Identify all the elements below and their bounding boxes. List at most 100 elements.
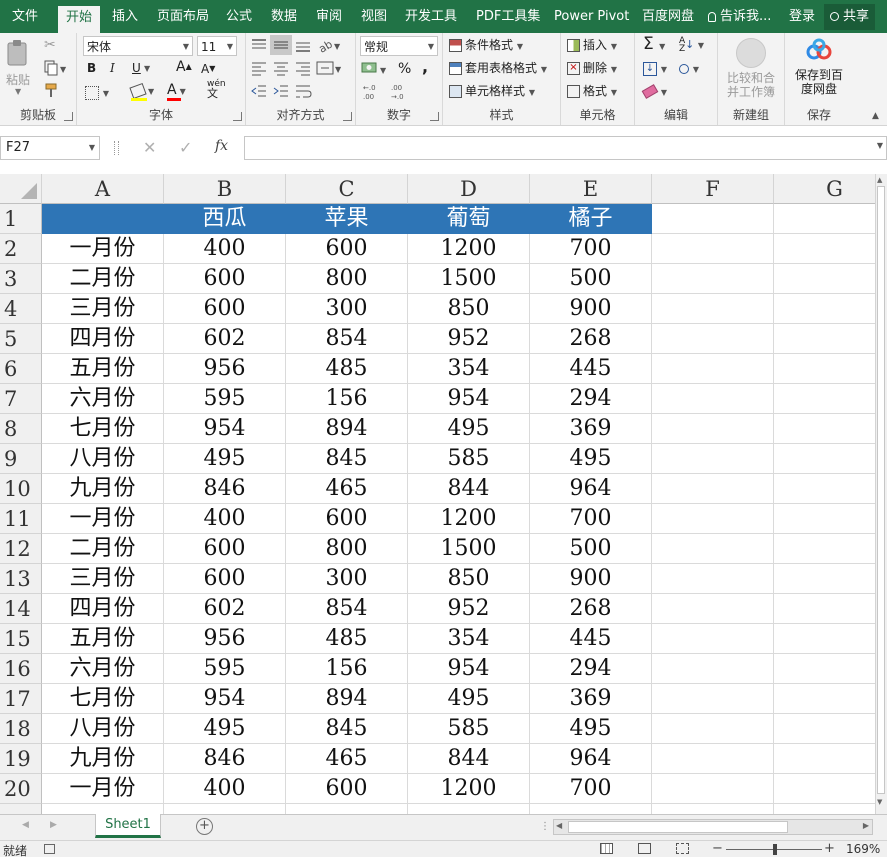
table-cell[interactable] bbox=[652, 744, 774, 774]
row-header[interactable]: 8 bbox=[0, 414, 42, 444]
tab-file[interactable]: 文件 bbox=[4, 0, 46, 33]
table-cell[interactable] bbox=[408, 804, 530, 814]
table-cell[interactable] bbox=[774, 504, 875, 534]
formula-bar-grip[interactable] bbox=[114, 141, 119, 155]
table-cell[interactable] bbox=[652, 684, 774, 714]
row-header[interactable]: 15 bbox=[0, 624, 42, 654]
vertical-scrollbar[interactable]: ▲ ▼ bbox=[875, 174, 887, 814]
add-sheet-button[interactable]: + bbox=[196, 818, 213, 835]
table-cell[interactable]: 894 bbox=[286, 684, 408, 714]
tab-view[interactable]: 视图 bbox=[353, 0, 395, 33]
table-cell[interactable]: 495 bbox=[164, 714, 286, 744]
row-header[interactable]: 10 bbox=[0, 474, 42, 504]
table-cell[interactable]: 900 bbox=[530, 564, 652, 594]
table-cell[interactable]: 二月份 bbox=[42, 264, 164, 294]
collapse-ribbon-icon[interactable]: ▲ bbox=[872, 111, 879, 121]
next-sheet-icon[interactable]: ▶ bbox=[50, 820, 57, 830]
tab-developer[interactable]: 开发工具 bbox=[397, 0, 465, 33]
table-cell[interactable]: 465 bbox=[286, 474, 408, 504]
table-cell[interactable]: 850 bbox=[408, 564, 530, 594]
zoom-slider-thumb[interactable] bbox=[773, 844, 777, 855]
table-cell[interactable]: 400 bbox=[164, 504, 286, 534]
increase-indent-icon[interactable] bbox=[272, 83, 290, 99]
login-link[interactable]: 登录 bbox=[789, 0, 815, 33]
row-header[interactable]: 2 bbox=[0, 234, 42, 264]
table-cell[interactable]: 五月份 bbox=[42, 354, 164, 384]
table-cell[interactable] bbox=[652, 654, 774, 684]
sort-filter-button[interactable]: A Z↓ ▼ bbox=[679, 36, 704, 55]
row-header[interactable]: 17 bbox=[0, 684, 42, 714]
page-break-view-icon[interactable] bbox=[676, 843, 689, 854]
table-cell[interactable]: 600 bbox=[164, 564, 286, 594]
column-header[interactable]: E bbox=[530, 174, 652, 204]
scroll-thumb[interactable] bbox=[877, 186, 885, 794]
font-launcher-icon[interactable] bbox=[233, 112, 242, 121]
table-cell[interactable]: 845 bbox=[286, 444, 408, 474]
row-header[interactable]: 19 bbox=[0, 744, 42, 774]
scroll-left-icon[interactable]: ◀ bbox=[556, 821, 562, 830]
header-cell[interactable]: 橘子 bbox=[530, 204, 652, 234]
row-header[interactable]: 5 bbox=[0, 324, 42, 354]
table-cell[interactable]: 294 bbox=[530, 384, 652, 414]
table-cell[interactable]: 956 bbox=[164, 354, 286, 384]
table-cell[interactable] bbox=[652, 324, 774, 354]
table-cell[interactable] bbox=[286, 804, 408, 814]
table-cell[interactable]: 700 bbox=[530, 774, 652, 804]
table-cell[interactable]: 954 bbox=[408, 654, 530, 684]
table-cell[interactable] bbox=[652, 714, 774, 744]
row-header[interactable]: 7 bbox=[0, 384, 42, 414]
table-cell[interactable]: 七月份 bbox=[42, 414, 164, 444]
table-cell[interactable]: 894 bbox=[286, 414, 408, 444]
table-cell[interactable] bbox=[774, 474, 875, 504]
font-name-combo[interactable]: 宋体 ▼ bbox=[83, 36, 193, 56]
paste-button[interactable]: 粘贴 ▼ bbox=[4, 37, 32, 96]
align-center-icon[interactable] bbox=[272, 60, 290, 76]
insert-function-icon[interactable]: fx bbox=[215, 138, 228, 154]
merge-center-icon[interactable]: ▼ bbox=[316, 60, 344, 76]
table-cell[interactable] bbox=[774, 684, 875, 714]
align-bottom-icon[interactable] bbox=[294, 37, 312, 53]
tab-data[interactable]: 数据 bbox=[263, 0, 305, 33]
table-cell[interactable]: 六月份 bbox=[42, 654, 164, 684]
tab-review[interactable]: 审阅 bbox=[308, 0, 350, 33]
table-cell[interactable]: 495 bbox=[164, 444, 286, 474]
table-cell[interactable] bbox=[774, 384, 875, 414]
row-header[interactable]: 12 bbox=[0, 534, 42, 564]
table-cell[interactable]: 六月份 bbox=[42, 384, 164, 414]
fill-color-button[interactable]: ▼ bbox=[129, 81, 154, 101]
table-cell[interactable] bbox=[652, 564, 774, 594]
table-cell[interactable] bbox=[652, 414, 774, 444]
table-cell[interactable]: 一月份 bbox=[42, 774, 164, 804]
macro-record-icon[interactable] bbox=[44, 844, 55, 854]
table-cell[interactable]: 485 bbox=[286, 624, 408, 654]
autosum-button[interactable]: Σ ▼ bbox=[643, 35, 665, 56]
tab-page-layout[interactable]: 页面布局 bbox=[149, 0, 217, 33]
table-cell[interactable]: 三月份 bbox=[42, 564, 164, 594]
row-header[interactable]: 9 bbox=[0, 444, 42, 474]
table-cell[interactable] bbox=[774, 444, 875, 474]
table-cell[interactable] bbox=[774, 594, 875, 624]
table-cell[interactable]: 844 bbox=[408, 744, 530, 774]
table-cell[interactable]: 369 bbox=[530, 414, 652, 444]
table-cell[interactable] bbox=[774, 324, 875, 354]
table-cell[interactable]: 952 bbox=[408, 594, 530, 624]
table-cell[interactable] bbox=[652, 384, 774, 414]
fill-button[interactable]: ↓ ▼ bbox=[643, 59, 667, 79]
tab-pdf-tools[interactable]: PDF工具集 bbox=[468, 0, 548, 33]
table-cell[interactable] bbox=[774, 414, 875, 444]
table-cell[interactable]: 954 bbox=[164, 684, 286, 714]
formula-input[interactable]: ▼ bbox=[244, 136, 887, 160]
header-cell[interactable]: 西瓜 bbox=[164, 204, 286, 234]
tab-home[interactable]: 开始 bbox=[58, 6, 101, 33]
currency-icon[interactable]: ▼ bbox=[360, 59, 390, 77]
table-cell[interactable]: 294 bbox=[530, 654, 652, 684]
alignment-launcher-icon[interactable] bbox=[343, 112, 352, 121]
row-header[interactable]: 14 bbox=[0, 594, 42, 624]
table-cell[interactable]: 495 bbox=[408, 684, 530, 714]
row-header[interactable]: 6 bbox=[0, 354, 42, 384]
table-cell[interactable]: 354 bbox=[408, 354, 530, 384]
table-cell[interactable] bbox=[774, 354, 875, 384]
table-cell[interactable]: 445 bbox=[530, 624, 652, 654]
table-cell[interactable]: 600 bbox=[164, 534, 286, 564]
table-cell[interactable]: 952 bbox=[408, 324, 530, 354]
